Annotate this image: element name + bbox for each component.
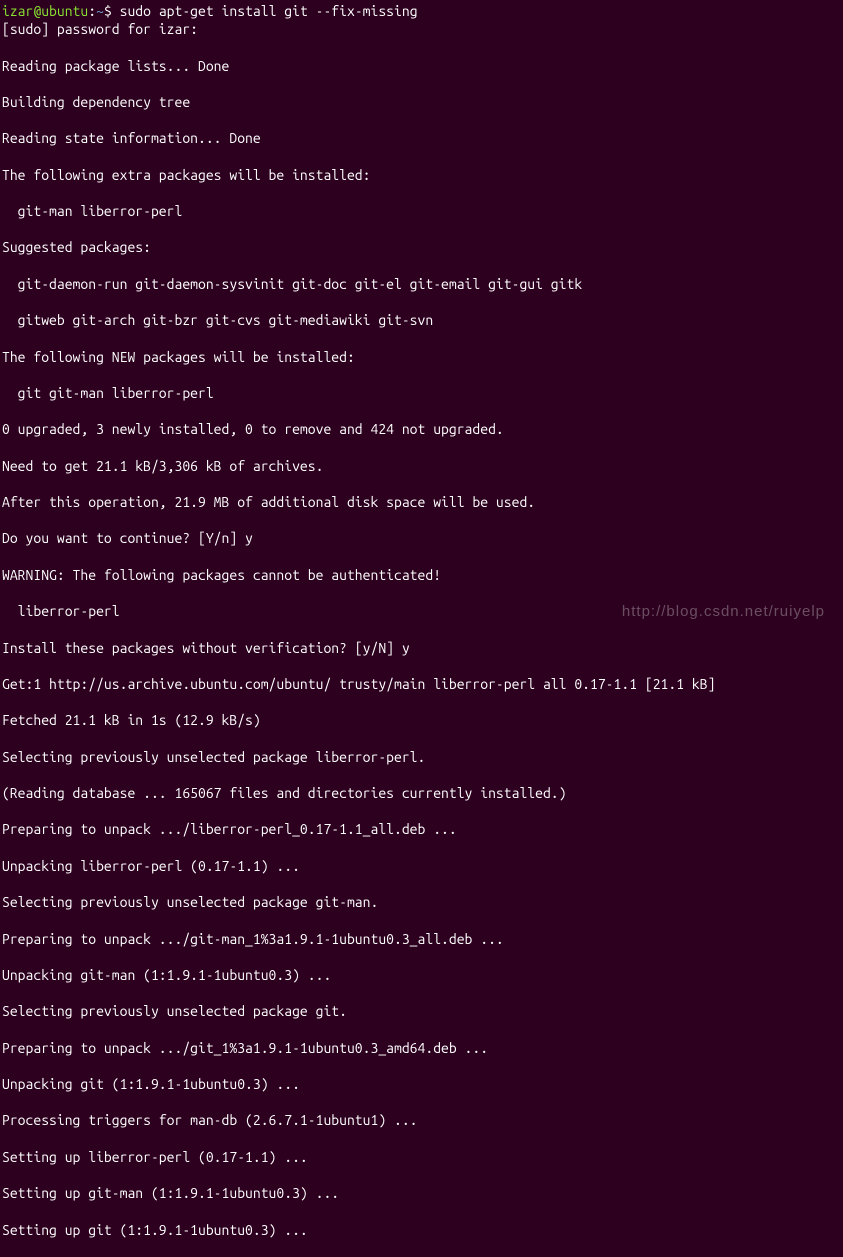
output-line: The following extra packages will be ins… (2, 166, 841, 184)
output-line: Setting up git (1:1.9.1-1ubuntu0.3) ... (2, 1221, 841, 1239)
output-line: Preparing to unpack .../git-man_1%3a1.9.… (2, 930, 841, 948)
terminal-output[interactable]: izar@ubuntu:~$ sudo apt-get install git … (2, 2, 841, 1257)
output-line: Need to get 21.1 kB/3,306 kB of archives… (2, 457, 841, 475)
output-line: git git-man liberror-perl (2, 384, 841, 402)
output-line: Fetched 21.1 kB in 1s (12.9 kB/s) (2, 711, 841, 729)
output-line: Reading package lists... Done (2, 57, 841, 75)
output-line: Preparing to unpack .../liberror-perl_0.… (2, 820, 841, 838)
output-line: Unpacking git (1:1.9.1-1ubuntu0.3) ... (2, 1075, 841, 1093)
output-line: [sudo] password for izar: (2, 20, 841, 38)
output-line: gitweb git-arch git-bzr git-cvs git-medi… (2, 311, 841, 329)
output-line: Setting up liberror-perl (0.17-1.1) ... (2, 1148, 841, 1166)
output-line: Get:1 http://us.archive.ubuntu.com/ubunt… (2, 675, 841, 693)
output-line: After this operation, 21.9 MB of additio… (2, 493, 841, 511)
prompt-user-host: izar@ubuntu (2, 3, 88, 19)
output-line: (Reading database ... 165067 files and d… (2, 784, 841, 802)
output-line: Building dependency tree (2, 93, 841, 111)
output-line: Unpacking liberror-perl (0.17-1.1) ... (2, 857, 841, 875)
output-line: Reading state information... Done (2, 129, 841, 147)
watermark-text: http://blog.csdn.net/ruiyelp (622, 602, 825, 622)
output-line: WARNING: The following packages cannot b… (2, 566, 841, 584)
output-line: Processing triggers for man-db (2.6.7.1-… (2, 1111, 841, 1129)
output-line: 0 upgraded, 3 newly installed, 0 to remo… (2, 420, 841, 438)
output-line: Selecting previously unselected package … (2, 748, 841, 766)
prompt-separator: : (88, 3, 96, 19)
output-line: git-daemon-run git-daemon-sysvinit git-d… (2, 275, 841, 293)
output-line: Setting up git-man (1:1.9.1-1ubuntu0.3) … (2, 1184, 841, 1202)
output-line: Suggested packages: (2, 238, 841, 256)
output-line: Unpacking git-man (1:1.9.1-1ubuntu0.3) .… (2, 966, 841, 984)
output-line: Selecting previously unselected package … (2, 1002, 841, 1020)
command-text: sudo apt-get install git --fix-missing (120, 3, 418, 19)
output-line: The following NEW packages will be insta… (2, 348, 841, 366)
prompt-path: ~ (96, 3, 104, 19)
output-line: Preparing to unpack .../git_1%3a1.9.1-1u… (2, 1039, 841, 1057)
output-line: Install these packages without verificat… (2, 639, 841, 657)
output-line: Selecting previously unselected package … (2, 893, 841, 911)
output-line: Do you want to continue? [Y/n] y (2, 529, 841, 547)
output-line: git-man liberror-perl (2, 202, 841, 220)
prompt-symbol: $ (104, 3, 120, 19)
